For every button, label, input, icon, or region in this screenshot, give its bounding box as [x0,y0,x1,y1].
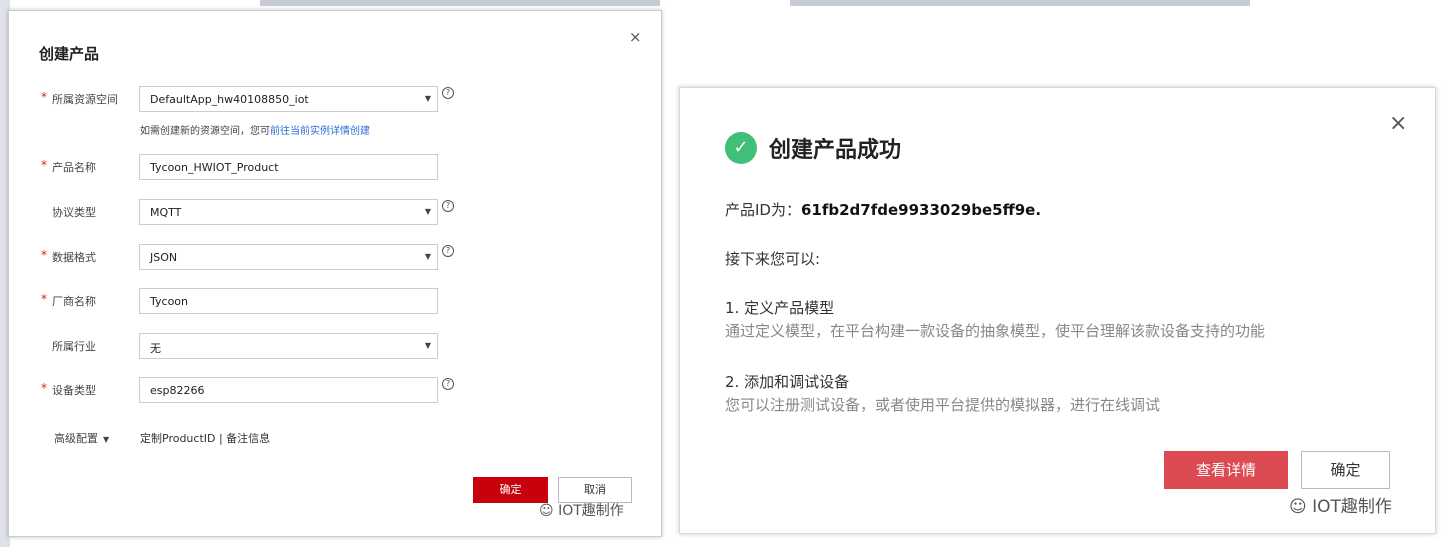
industry-value: 无 [150,342,161,355]
wechat-icon: ☺ [1289,497,1307,517]
check-circle-icon: ✓ [725,132,757,164]
required-mark: * [41,292,47,306]
step1-title: 1. 定义产品模型 [725,299,835,317]
vendor-row: * 厂商名称 Tycoon [9,288,663,314]
view-details-button[interactable]: 查看详情 [1164,451,1288,489]
required-mark: * [41,248,47,262]
chevron-down-icon: ▼ [424,341,431,350]
data-format-label: 数据格式 [52,251,96,264]
confirm-button[interactable]: 确定 [473,477,548,503]
step1-desc: 通过定义模型，在平台构建一款设备的抽象模型，使平台理解该款设备支持的功能 [725,322,1266,340]
product-id-value: 61fb2d7fde9933029be5ff9e. [800,201,1042,219]
chevron-down-icon: ▼ [424,94,431,103]
device-type-row: * 设备类型 esp82266 ? [9,377,663,403]
vendor-value: Tycoon [150,295,188,308]
vendor-label: 厂商名称 [52,295,96,308]
protocol-value: MQTT [150,206,182,219]
background-strip [790,0,1250,6]
product-name-input[interactable]: Tycoon_HWIOT_Product [139,154,438,180]
hint-text: 如需创建新的资源空间，您可 [140,126,270,137]
product-name-value: Tycoon_HWIOT_Product [150,161,279,174]
resource-space-hint: 如需创建新的资源空间，您可前往当前实例详情创建 [140,122,370,137]
dialog-title: 创建产品 [39,45,100,63]
product-id-label: 产品ID为： [725,201,801,219]
confirm-button[interactable]: 确定 [1301,451,1390,489]
device-type-value: esp82266 [150,384,205,397]
chevron-down-icon: ▼ [424,207,431,216]
watermark-text: IOT趣制作 [1312,497,1392,517]
protocol-row: 协议类型 MQTT ▼ ? [9,199,663,225]
product-id-line: 产品ID为：61fb2d7fde9933029be5ff9e. [725,199,1041,220]
required-mark: * [41,90,47,104]
wechat-icon: ☺ [539,503,554,519]
create-success-dialog: ✓ 创建产品成功 × 产品ID为：61fb2d7fde9933029be5ff9… [679,87,1436,534]
caret-down-icon: ▼ [103,435,110,444]
industry-label: 所属行业 [52,340,96,353]
industry-select[interactable]: 无 ▼ [139,333,438,359]
protocol-select[interactable]: MQTT ▼ [139,199,438,225]
required-mark: * [41,158,47,172]
advanced-config-toggle[interactable]: 高级配置 ▼ [54,430,109,446]
watermark: ☺ IOT趣制作 [1289,492,1392,517]
resource-space-label: 所属资源空间 [52,93,118,106]
close-icon[interactable]: × [629,28,642,46]
vendor-input[interactable]: Tycoon [139,288,438,314]
question-circle-icon[interactable]: ? [442,87,454,99]
advanced-config-label: 高级配置 [54,432,98,445]
watermark: ☺ IOT趣制作 [539,500,624,520]
instance-detail-link[interactable]: 前往当前实例详情创建 [270,126,370,137]
close-icon[interactable]: × [1389,111,1407,136]
resource-space-select[interactable]: DefaultApp_hw40108850_iot ▼ [139,86,438,112]
protocol-label: 协议类型 [52,206,96,219]
step2-title: 2. 添加和调试设备 [725,373,850,391]
question-circle-icon[interactable]: ? [442,245,454,257]
resource-space-value: DefaultApp_hw40108850_iot [150,93,309,106]
product-name-label: 产品名称 [52,161,96,174]
watermark-text: IOT趣制作 [558,503,624,519]
chevron-down-icon: ▼ [424,252,431,261]
product-name-row: * 产品名称 Tycoon_HWIOT_Product [9,154,663,180]
question-circle-icon[interactable]: ? [442,378,454,390]
success-title: 创建产品成功 [769,138,902,163]
step2-desc: 您可以注册测试设备，或者使用平台提供的模拟器，进行在线调试 [725,396,1161,414]
create-product-dialog: 创建产品 × * 所属资源空间 DefaultApp_hw40108850_io… [8,10,662,537]
data-format-value: JSON [150,251,178,264]
data-format-select[interactable]: JSON ▼ [139,244,438,270]
background-strip [260,0,660,6]
industry-row: 所属行业 无 ▼ [9,333,663,359]
data-format-row: * 数据格式 JSON ▼ ? [9,244,663,270]
device-type-label: 设备类型 [52,384,96,397]
resource-space-row: * 所属资源空间 DefaultApp_hw40108850_iot ▼ ? [9,86,663,112]
next-steps-label: 接下来您可以: [725,250,821,268]
advanced-config-links[interactable]: 定制ProductID | 备注信息 [140,430,270,446]
question-circle-icon[interactable]: ? [442,200,454,212]
device-type-input[interactable]: esp82266 [139,377,438,403]
required-mark: * [41,381,47,395]
